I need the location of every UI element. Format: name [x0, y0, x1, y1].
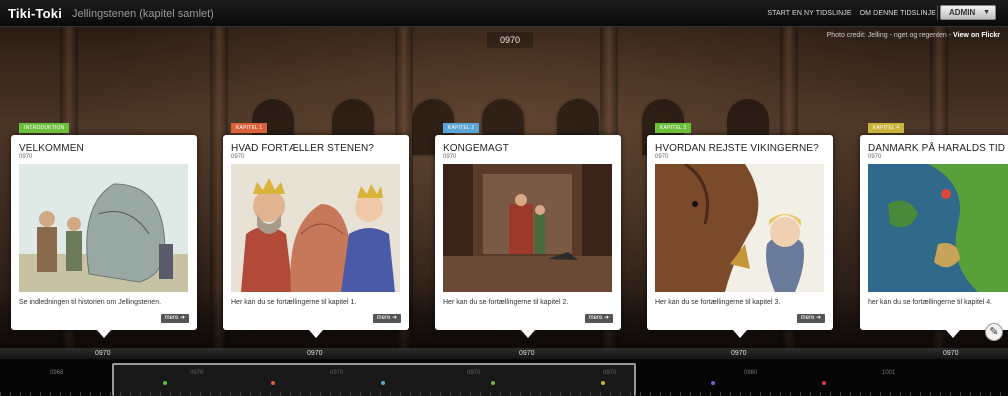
timeline-title: Jellingstenen (kapitel samlet): [72, 8, 214, 20]
category-tag: INTRODUKTION: [19, 123, 70, 133]
more-label: mere: [800, 315, 815, 321]
card-image-horse-and-viking: [655, 164, 824, 292]
more-button[interactable]: mere ➜: [372, 314, 401, 323]
story-card-kapitel-4[interactable]: KAPITEL 4 DANMARK PÅ HARALDS TID 0970 he…: [860, 123, 1008, 338]
about-timeline-link[interactable]: OM DENNE TIDSLINJE: [860, 10, 936, 17]
nav-divider: [937, 6, 938, 20]
date-marker-strip: 0970 0970 0970 0970 0970: [0, 348, 1008, 359]
date-marker: 0970: [731, 350, 747, 357]
card-date: 0970: [655, 154, 669, 160]
timeline-event-dot[interactable]: [822, 381, 826, 385]
wrench-icon[interactable]: ✎: [985, 323, 1003, 341]
admin-dropdown[interactable]: ADMIN ▼: [940, 5, 996, 20]
date-marker: 0970: [943, 350, 959, 357]
timeline-navigator[interactable]: 0968 0970 0970 0970 0970 0980 1001: [0, 359, 1008, 396]
brand-logo[interactable]: Tiki-Toki: [8, 6, 62, 21]
category-tag: KAPITEL 4: [868, 123, 905, 133]
more-label: mere: [588, 315, 603, 321]
admin-label: ADMIN: [949, 8, 976, 17]
arrow-right-icon: ➜: [391, 315, 397, 321]
arrow-right-icon: ➜: [179, 315, 185, 321]
card-description: Her kan du se fortællingerne til kapitel…: [655, 299, 781, 306]
date-marker: 0970: [519, 350, 535, 357]
card-pointer: [733, 330, 747, 338]
top-bar: Tiki-Toki Jellingstenen (kapitel samlet)…: [0, 0, 1008, 27]
card-description: Her kan du se fortællingerne til kapitel…: [231, 299, 357, 306]
card-image-map: [868, 164, 1008, 292]
card-description: her kan du se fortællingerne til kapitel…: [868, 299, 993, 306]
card-title: KONGEMAGT: [443, 143, 509, 154]
card-title: DANMARK PÅ HARALDS TID: [868, 143, 1006, 154]
photo-credit: Photo credit: Jelling - nget og regenten…: [827, 32, 1000, 39]
story-card-kapitel-1[interactable]: KAPITEL 1 HVAD FORTÆLLER STENEN? 0970 He…: [223, 123, 409, 338]
card-pointer: [946, 330, 960, 338]
current-date-label: 0970: [487, 32, 533, 48]
timeline-event-dot[interactable]: [163, 381, 167, 385]
more-button[interactable]: mere ➜: [160, 314, 189, 323]
timeline-event-dot[interactable]: [271, 381, 275, 385]
story-card-kapitel-2[interactable]: KAPITEL 2 KONGEMAGT 0970 Her kan du se f…: [435, 123, 621, 338]
arrow-right-icon: ➜: [603, 315, 609, 321]
card-title: HVAD FORTÆLLER STENEN?: [231, 143, 374, 154]
arrow-right-icon: ➜: [815, 315, 821, 321]
card-date: 0970: [443, 154, 457, 160]
card-image-king-and-queen: [231, 164, 400, 292]
timeline-tick: 0968: [50, 370, 64, 376]
category-tag: KAPITEL 1: [231, 123, 268, 133]
card-title: HVORDAN REJSTE VIKINGERNE?: [655, 143, 819, 154]
timeline-ruler: [0, 392, 1008, 396]
timeline-event-dot[interactable]: [711, 381, 715, 385]
timeline-tick: 0980: [744, 370, 758, 376]
timeline-tick: 1001: [882, 370, 896, 376]
timeline-event-dot[interactable]: [381, 381, 385, 385]
more-label: mere: [164, 315, 179, 321]
photo-credit-text: Photo credit: Jelling - nget og regenten…: [826, 32, 952, 39]
card-description: Her kan du se fortællingerne til kapitel…: [443, 299, 569, 306]
top-nav: START EN NY TIDSLINJE OM DENNE TIDSLINJE: [767, 10, 936, 17]
card-date: 0970: [868, 154, 882, 160]
card-title: VELKOMMEN: [19, 143, 84, 154]
story-card-kapitel-3[interactable]: KAPITEL 3 HVORDAN REJSTE VIKINGERNE? 097…: [647, 123, 833, 338]
flickr-link[interactable]: View on Flickr: [953, 32, 1000, 39]
card-pointer: [309, 330, 323, 338]
new-timeline-link[interactable]: START EN NY TIDSLINJE: [767, 10, 851, 17]
timeline-event-dot[interactable]: [491, 381, 495, 385]
date-marker: 0970: [95, 350, 111, 357]
card-pointer: [97, 330, 111, 338]
story-card-introduktion[interactable]: INTRODUKTION VELKOMMEN 0970 Se indlednin…: [11, 123, 197, 338]
category-tag: KAPITEL 3: [655, 123, 692, 133]
more-button[interactable]: mere ➜: [584, 314, 613, 323]
caret-down-icon: ▼: [983, 9, 990, 16]
timeline-event-dot[interactable]: [601, 381, 605, 385]
card-date: 0970: [19, 154, 33, 160]
card-date: 0970: [231, 154, 245, 160]
card-description: Se indledningen til historien om Jelling…: [19, 299, 162, 306]
card-image-runestone: [19, 164, 188, 292]
more-button[interactable]: mere ➜: [796, 314, 825, 323]
card-image-throne-room: [443, 164, 612, 292]
card-pointer: [521, 330, 535, 338]
category-tag: KAPITEL 2: [443, 123, 480, 133]
more-label: mere: [376, 315, 391, 321]
date-marker: 0970: [307, 350, 323, 357]
